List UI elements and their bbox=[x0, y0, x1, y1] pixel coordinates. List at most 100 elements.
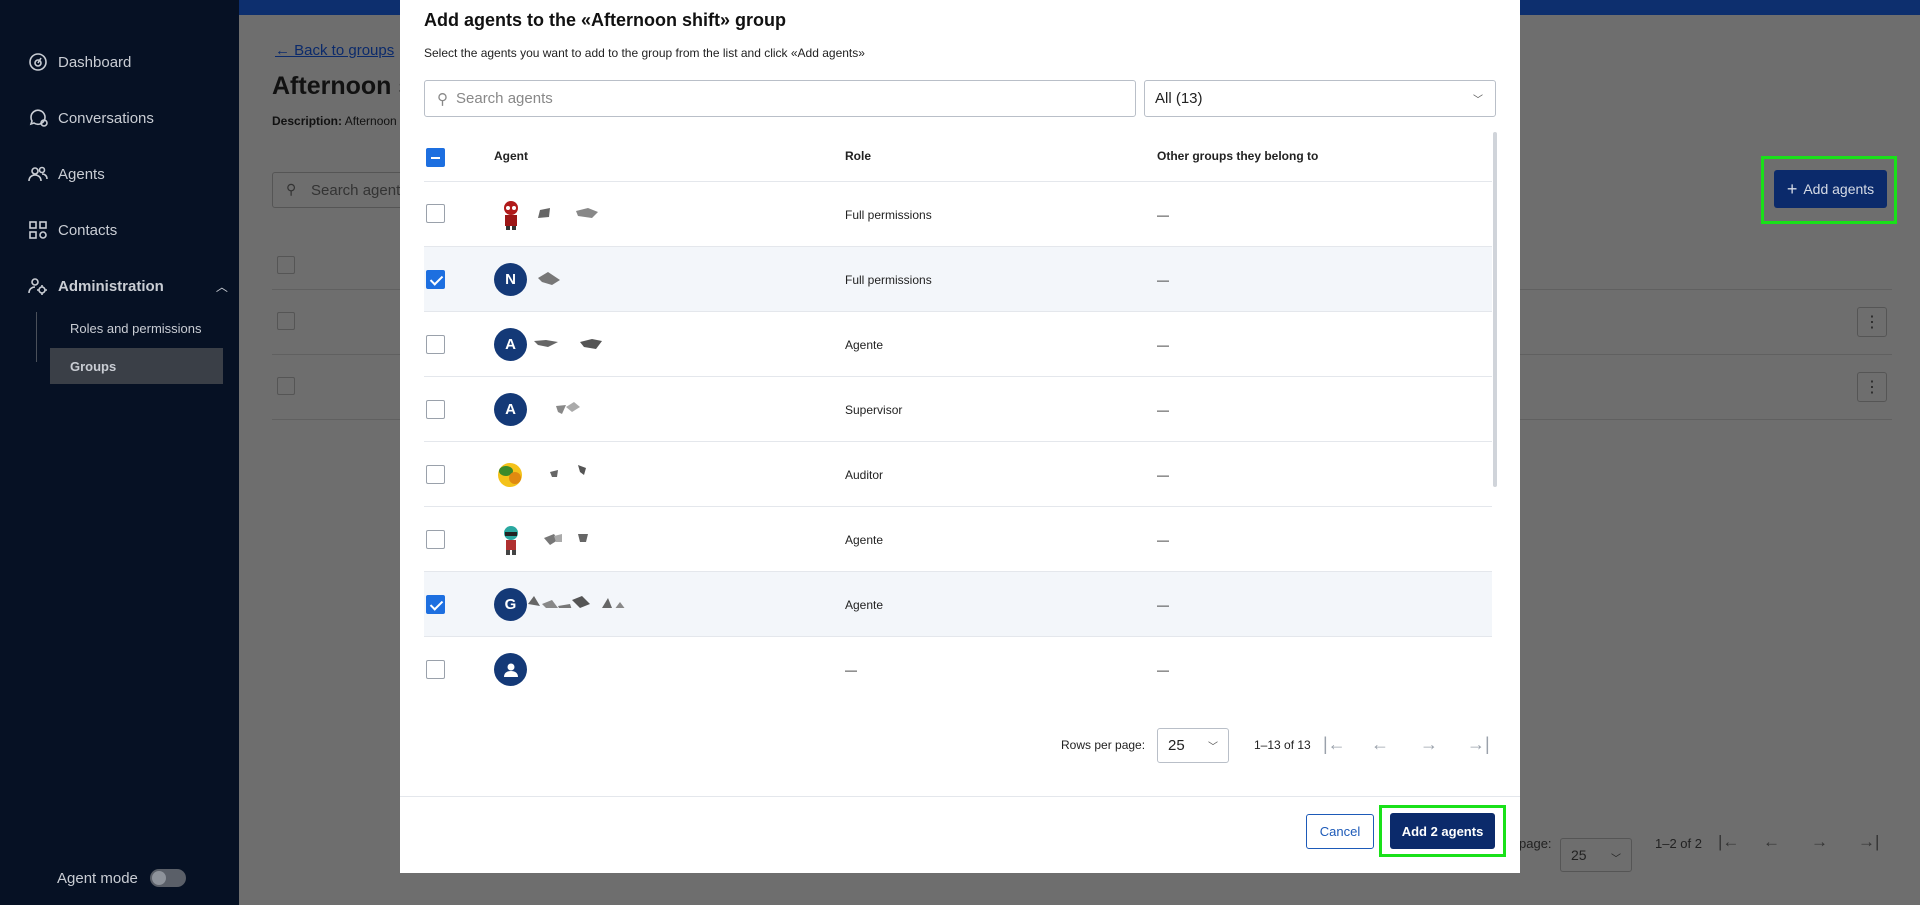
redacted-name bbox=[538, 272, 560, 285]
role-cell: Agente bbox=[845, 598, 884, 612]
last-page-icon[interactable]: →| bbox=[1467, 734, 1490, 755]
chevron-down-icon: ﹀ bbox=[1208, 742, 1218, 753]
highlight-box bbox=[1761, 156, 1897, 224]
sidebar-item-conversations[interactable]: Conversations bbox=[28, 108, 154, 128]
cancel-button[interactable]: Cancel bbox=[1306, 814, 1374, 849]
submenu-line bbox=[36, 312, 37, 362]
avatar: A bbox=[494, 328, 527, 361]
pagination-range: 1–13 of 13 bbox=[1254, 738, 1311, 752]
add-agents-modal: Add agents to the «Afternoon shift» grou… bbox=[400, 0, 1520, 873]
avatar bbox=[494, 653, 527, 686]
footer-divider bbox=[400, 796, 1520, 797]
description-value: Afternoon bbox=[344, 114, 397, 128]
prev-page-icon[interactable]: ← bbox=[1763, 832, 1780, 852]
sidebar: Dashboard Conversations Agents Contacts … bbox=[0, 0, 239, 905]
avatar: A bbox=[494, 393, 527, 426]
sidebar-subitem-roles[interactable]: Roles and permissions bbox=[50, 310, 223, 346]
sidebar-item-label: Dashboard bbox=[58, 53, 132, 71]
select-all-checkbox[interactable] bbox=[277, 256, 295, 274]
next-page-icon[interactable]: → bbox=[1811, 832, 1828, 852]
modal-subtitle: Select the agents you want to add to the… bbox=[424, 46, 865, 60]
groups-cell: — bbox=[1157, 208, 1169, 222]
rows-per-page-select[interactable]: 25 ﹀ bbox=[1157, 728, 1229, 763]
page-description: Description: Afternoon bbox=[272, 114, 397, 128]
role-cell: Supervisor bbox=[845, 403, 903, 417]
back-to-groups-link[interactable]: ← Back to groups bbox=[275, 42, 394, 59]
toggle-switch[interactable] bbox=[149, 869, 186, 887]
sidebar-item-label: Agents bbox=[58, 165, 105, 183]
highlight-box bbox=[1379, 805, 1506, 857]
redacted-name bbox=[556, 402, 580, 414]
agent-mode-toggle[interactable]: Agent mode bbox=[57, 869, 186, 887]
redacted-name bbox=[538, 208, 598, 218]
contacts-icon bbox=[29, 221, 47, 239]
table-row[interactable]: Agente — bbox=[424, 507, 1492, 572]
row-checkbox[interactable] bbox=[426, 660, 445, 679]
groups-cell: — bbox=[1157, 663, 1169, 677]
row-checkbox[interactable] bbox=[426, 595, 445, 614]
row-menu-button[interactable]: ⋮ bbox=[1857, 372, 1887, 402]
row-checkbox[interactable] bbox=[277, 377, 295, 395]
row-checkbox[interactable] bbox=[426, 465, 445, 484]
table-row[interactable]: A Agente — bbox=[424, 312, 1492, 377]
search-icon: ⚲ bbox=[437, 90, 448, 108]
row-checkbox[interactable] bbox=[277, 312, 295, 330]
sidebar-item-agents[interactable]: Agents bbox=[28, 164, 105, 184]
table-row[interactable]: A Supervisor — bbox=[424, 377, 1492, 442]
chevron-down-icon: ﹀ bbox=[1473, 95, 1483, 106]
search-icon: ⚲ bbox=[286, 181, 297, 197]
filter-value: All (13) bbox=[1155, 90, 1203, 107]
rows-per-page-label: page: bbox=[1519, 836, 1552, 851]
table-row[interactable]: N Full permissions — bbox=[424, 247, 1492, 312]
groups-cell: — bbox=[1157, 533, 1169, 547]
role-cell: Full permissions bbox=[845, 208, 932, 222]
next-page-icon[interactable]: → bbox=[1420, 734, 1438, 755]
sidebar-item-dashboard[interactable]: Dashboard bbox=[28, 52, 131, 72]
avatar bbox=[494, 198, 527, 231]
row-menu-button[interactable]: ⋮ bbox=[1857, 307, 1887, 337]
agent-filter-select[interactable]: All (13) ﹀ bbox=[1144, 80, 1496, 117]
sidebar-item-label: Conversations bbox=[58, 109, 154, 127]
agent-search-input[interactable] bbox=[456, 90, 1096, 107]
redacted-name bbox=[534, 339, 602, 349]
select-all-checkbox[interactable] bbox=[426, 148, 445, 167]
role-cell: Agente bbox=[845, 338, 884, 352]
rows-per-page-select[interactable]: 25 ﹀ bbox=[1560, 838, 1632, 872]
sidebar-subitem-groups[interactable]: Groups bbox=[50, 348, 223, 384]
column-agent: Agent bbox=[494, 149, 528, 163]
avatar: N bbox=[494, 263, 527, 296]
group-search-input[interactable]: ⚲ Search agents bbox=[272, 172, 412, 208]
sidebar-item-administration[interactable]: Administration ︿ bbox=[28, 276, 228, 296]
redacted-name bbox=[550, 465, 586, 477]
sidebar-item-contacts[interactable]: Contacts bbox=[28, 220, 117, 240]
first-page-icon[interactable]: |← bbox=[1718, 832, 1739, 852]
column-role: Role bbox=[845, 149, 872, 163]
row-checkbox[interactable] bbox=[426, 530, 445, 549]
row-checkbox[interactable] bbox=[426, 270, 445, 289]
administration-icon bbox=[28, 278, 47, 295]
sidebar-item-label: Administration bbox=[58, 277, 164, 295]
agent-mode-label: Agent mode bbox=[57, 869, 138, 887]
chevron-down-icon: ﹀ bbox=[1611, 854, 1621, 865]
column-other-groups: Other groups they belong to bbox=[1157, 149, 1319, 163]
row-checkbox[interactable] bbox=[426, 204, 445, 223]
first-page-icon[interactable]: |← bbox=[1323, 734, 1346, 755]
role-cell: Auditor bbox=[845, 468, 884, 482]
table-row[interactable]: — — bbox=[424, 637, 1492, 702]
conversations-icon bbox=[29, 109, 48, 127]
groups-cell: — bbox=[1157, 598, 1169, 612]
table-row[interactable]: Full permissions — bbox=[424, 182, 1492, 247]
dashboard-icon bbox=[29, 53, 47, 71]
redacted-name bbox=[528, 596, 625, 608]
table-row[interactable]: Auditor — bbox=[424, 442, 1492, 507]
groups-cell: — bbox=[1157, 468, 1169, 482]
prev-page-icon[interactable]: ← bbox=[1371, 734, 1389, 755]
row-checkbox[interactable] bbox=[426, 400, 445, 419]
table-scrollbar[interactable] bbox=[1493, 132, 1497, 487]
table-row[interactable]: G Agente — bbox=[424, 572, 1492, 637]
agent-search-field[interactable]: ⚲ bbox=[424, 80, 1136, 117]
row-checkbox[interactable] bbox=[426, 335, 445, 354]
rows-per-page-label: Rows per page: bbox=[1061, 738, 1146, 752]
last-page-icon[interactable]: →| bbox=[1858, 832, 1879, 852]
redacted-name bbox=[544, 534, 588, 545]
